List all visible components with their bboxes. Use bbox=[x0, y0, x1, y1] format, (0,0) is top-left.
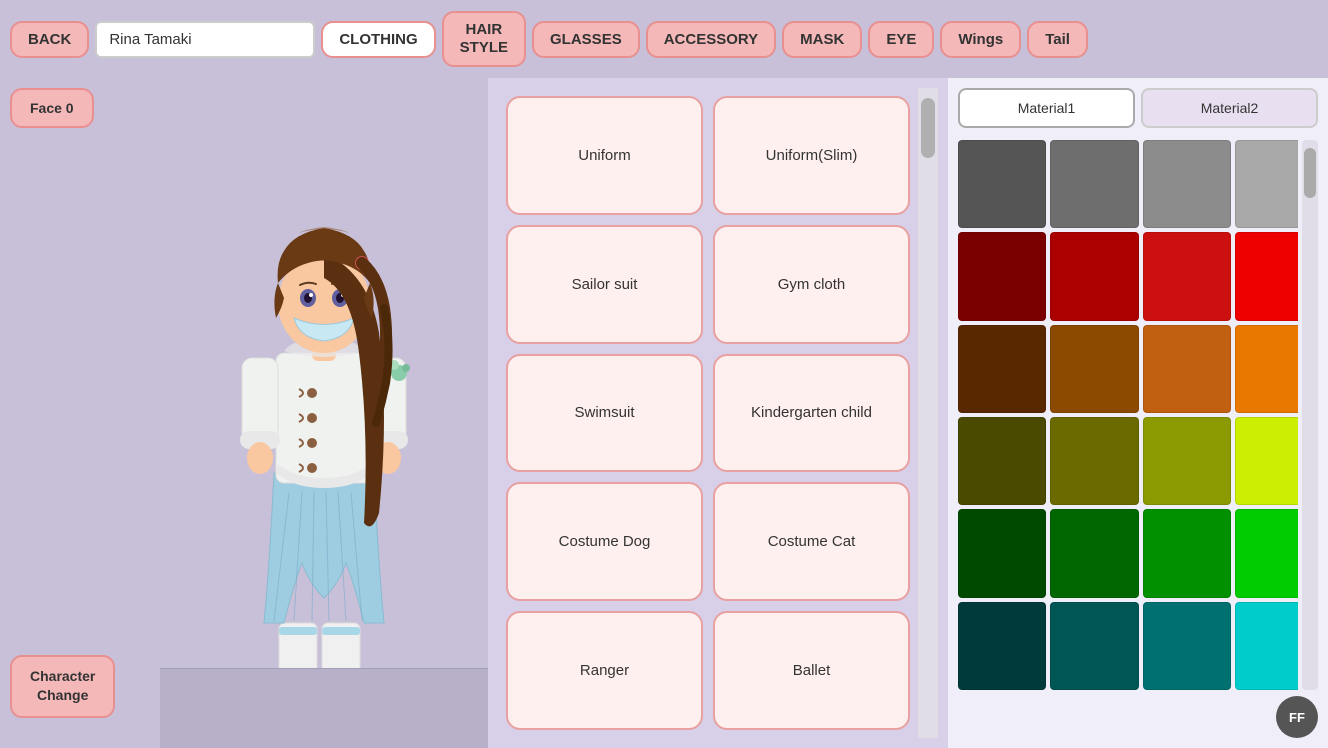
material1-tab[interactable]: Material1 bbox=[958, 88, 1135, 128]
color-swatch-17[interactable] bbox=[1143, 417, 1231, 505]
color-swatch-20[interactable] bbox=[958, 509, 1046, 597]
color-panel: Material1 Material2 FF bbox=[948, 78, 1328, 748]
tab-hairstyle[interactable]: HAIRSTYLE bbox=[442, 11, 526, 67]
left-panel: Face 0 Character Change bbox=[0, 78, 160, 748]
color-scroll-thumb[interactable] bbox=[1304, 148, 1316, 198]
clothing-swimsuit[interactable]: Swimsuit bbox=[506, 354, 703, 473]
clothing-kindergarten[interactable]: Kindergarten child bbox=[713, 354, 910, 473]
color-swatch-22[interactable] bbox=[1143, 509, 1231, 597]
character-change-button[interactable]: Character Change bbox=[10, 655, 115, 718]
color-swatch-18[interactable] bbox=[1235, 417, 1298, 505]
color-swatch-23[interactable] bbox=[1235, 509, 1298, 597]
clothing-gym-cloth[interactable]: Gym cloth bbox=[713, 225, 910, 344]
clothing-uniform[interactable]: Uniform bbox=[506, 96, 703, 215]
clothing-scroll-thumb[interactable] bbox=[921, 98, 935, 158]
tab-clothing[interactable]: CLOTHING bbox=[321, 21, 435, 58]
material2-tab[interactable]: Material2 bbox=[1141, 88, 1318, 128]
color-scrollbar[interactable] bbox=[1302, 140, 1318, 690]
color-swatch-7[interactable] bbox=[1143, 232, 1231, 320]
tab-glasses[interactable]: GLASSES bbox=[532, 21, 640, 58]
clothing-scrollbar[interactable] bbox=[918, 88, 938, 738]
color-swatch-12[interactable] bbox=[1143, 325, 1231, 413]
tab-wings[interactable]: Wings bbox=[940, 21, 1021, 58]
color-swatch-2[interactable] bbox=[1143, 140, 1231, 228]
tab-eye[interactable]: EYE bbox=[868, 21, 934, 58]
face-button[interactable]: Face 0 bbox=[10, 88, 94, 128]
clothing-costume-cat[interactable]: Costume Cat bbox=[713, 482, 910, 601]
color-swatch-13[interactable] bbox=[1235, 325, 1298, 413]
color-swatch-8[interactable] bbox=[1235, 232, 1298, 320]
tab-tail[interactable]: Tail bbox=[1027, 21, 1088, 58]
top-navigation: BACK CLOTHING HAIRSTYLE GLASSES ACCESSOR… bbox=[0, 0, 1328, 78]
clothing-uniform-slim[interactable]: Uniform(Slim) bbox=[713, 96, 910, 215]
color-swatch-15[interactable] bbox=[958, 417, 1046, 505]
clothing-sailor-suit[interactable]: Sailor suit bbox=[506, 225, 703, 344]
color-grid bbox=[958, 140, 1298, 690]
color-swatch-21[interactable] bbox=[1050, 509, 1138, 597]
clothing-costume-dog[interactable]: Costume Dog bbox=[506, 482, 703, 601]
material-tabs: Material1 Material2 bbox=[958, 88, 1318, 128]
clothing-ballet[interactable]: Ballet bbox=[713, 611, 910, 730]
character-viewport bbox=[160, 78, 488, 748]
color-swatch-11[interactable] bbox=[1050, 325, 1138, 413]
color-swatch-26[interactable] bbox=[1050, 602, 1138, 690]
tab-mask[interactable]: MASK bbox=[782, 21, 862, 58]
clothing-panel: Uniform Uniform(Slim) Sailor suit Gym cl… bbox=[488, 78, 948, 748]
color-swatch-16[interactable] bbox=[1050, 417, 1138, 505]
color-swatch-27[interactable] bbox=[1143, 602, 1231, 690]
color-swatch-28[interactable] bbox=[1235, 602, 1298, 690]
character-model bbox=[194, 133, 454, 693]
character-name-input[interactable] bbox=[95, 21, 315, 58]
ground-plane bbox=[160, 668, 488, 748]
color-swatch-10[interactable] bbox=[958, 325, 1046, 413]
main-area: Face 0 Character Change bbox=[0, 78, 1328, 748]
color-swatch-6[interactable] bbox=[1050, 232, 1138, 320]
color-swatch-0[interactable] bbox=[958, 140, 1046, 228]
color-swatch-5[interactable] bbox=[958, 232, 1046, 320]
tab-accessory[interactable]: ACCESSORY bbox=[646, 21, 776, 58]
color-swatch-25[interactable] bbox=[958, 602, 1046, 690]
back-button[interactable]: BACK bbox=[10, 21, 89, 58]
clothing-grid: Uniform Uniform(Slim) Sailor suit Gym cl… bbox=[498, 88, 918, 738]
color-swatch-1[interactable] bbox=[1050, 140, 1138, 228]
clothing-ranger[interactable]: Ranger bbox=[506, 611, 703, 730]
color-swatch-3[interactable] bbox=[1235, 140, 1298, 228]
ff-badge: FF bbox=[1276, 696, 1318, 738]
